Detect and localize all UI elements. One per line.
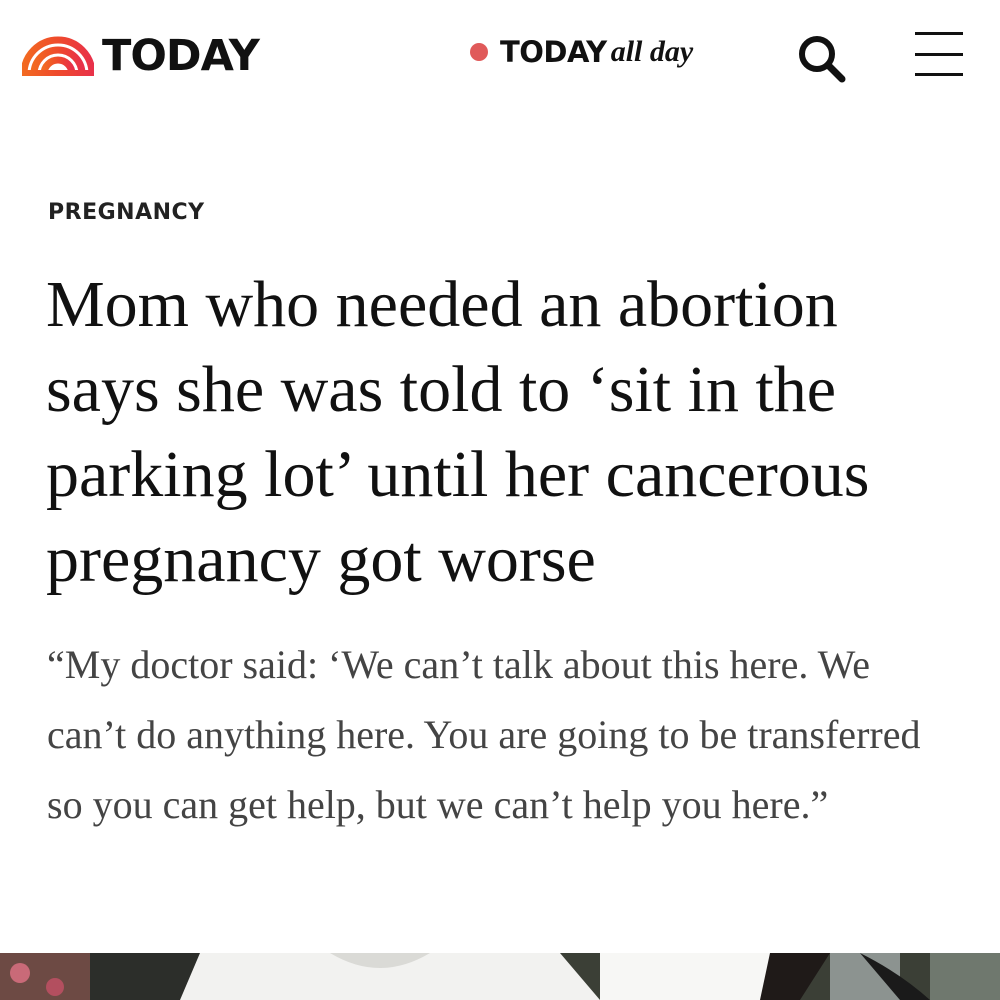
menu-button[interactable] — [915, 32, 965, 78]
site-header: TODAY TODAY all day — [0, 0, 1000, 115]
hero-image — [0, 953, 1000, 1000]
all-day-label: all day — [610, 35, 694, 68]
hero-photo — [0, 953, 1000, 1000]
search-icon — [799, 36, 846, 83]
all-day-brand: TODAY — [500, 34, 607, 69]
article-headline: Mom who needed an abortion says she was … — [46, 268, 870, 596]
today-logo[interactable]: TODAY — [22, 30, 260, 82]
rainbow-logo-icon — [22, 36, 94, 76]
hamburger-menu-icon — [915, 32, 963, 35]
live-dot-icon — [470, 43, 488, 61]
logo-wordmark: TODAY — [102, 30, 260, 81]
hamburger-menu-icon — [915, 73, 963, 76]
search-button[interactable] — [796, 33, 848, 85]
today-all-day-link[interactable]: TODAY all day — [470, 32, 693, 72]
article-dek: “My doctor said: ‘We can’t talk about th… — [47, 642, 921, 827]
hamburger-menu-icon — [915, 53, 963, 56]
category-kicker-link[interactable]: PREGNANCY — [48, 200, 205, 225]
